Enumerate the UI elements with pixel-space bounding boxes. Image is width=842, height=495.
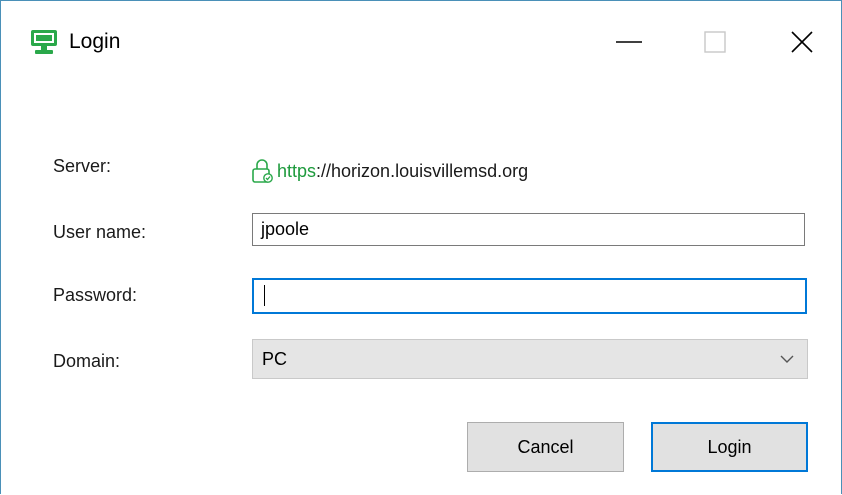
- username-field[interactable]: jpoole: [252, 213, 805, 246]
- password-field[interactable]: [252, 278, 807, 314]
- text-caret: [264, 284, 265, 306]
- minimize-icon[interactable]: [608, 21, 650, 63]
- server-label: Server:: [53, 156, 112, 176]
- close-icon[interactable]: [781, 21, 823, 63]
- cancel-button[interactable]: Cancel: [467, 422, 624, 472]
- domain-selected-value: PC: [262, 349, 288, 369]
- horizon-app-icon: [31, 30, 57, 54]
- secure-lock-icon: [252, 159, 273, 183]
- chevron-down-icon: [780, 355, 794, 363]
- login-dialog: Login Server: https://horizon.louisville…: [0, 0, 842, 494]
- title-bar[interactable]: Login: [1, 1, 841, 89]
- maximize-icon[interactable]: [694, 21, 736, 63]
- login-button-label: Login: [707, 436, 752, 457]
- server-scheme: https: [277, 160, 317, 181]
- domain-label: Domain:: [53, 351, 121, 371]
- username-value: jpoole: [261, 219, 310, 239]
- username-label: User name:: [53, 222, 147, 242]
- server-url: https://horizon.louisvillemsd.org: [251, 158, 528, 184]
- password-label: Password:: [53, 285, 138, 305]
- login-button[interactable]: Login: [651, 422, 808, 472]
- window-title: Login: [69, 30, 121, 53]
- domain-select[interactable]: PC: [252, 339, 808, 379]
- cancel-button-label: Cancel: [517, 436, 574, 457]
- server-host: ://horizon.louisvillemsd.org: [316, 160, 529, 181]
